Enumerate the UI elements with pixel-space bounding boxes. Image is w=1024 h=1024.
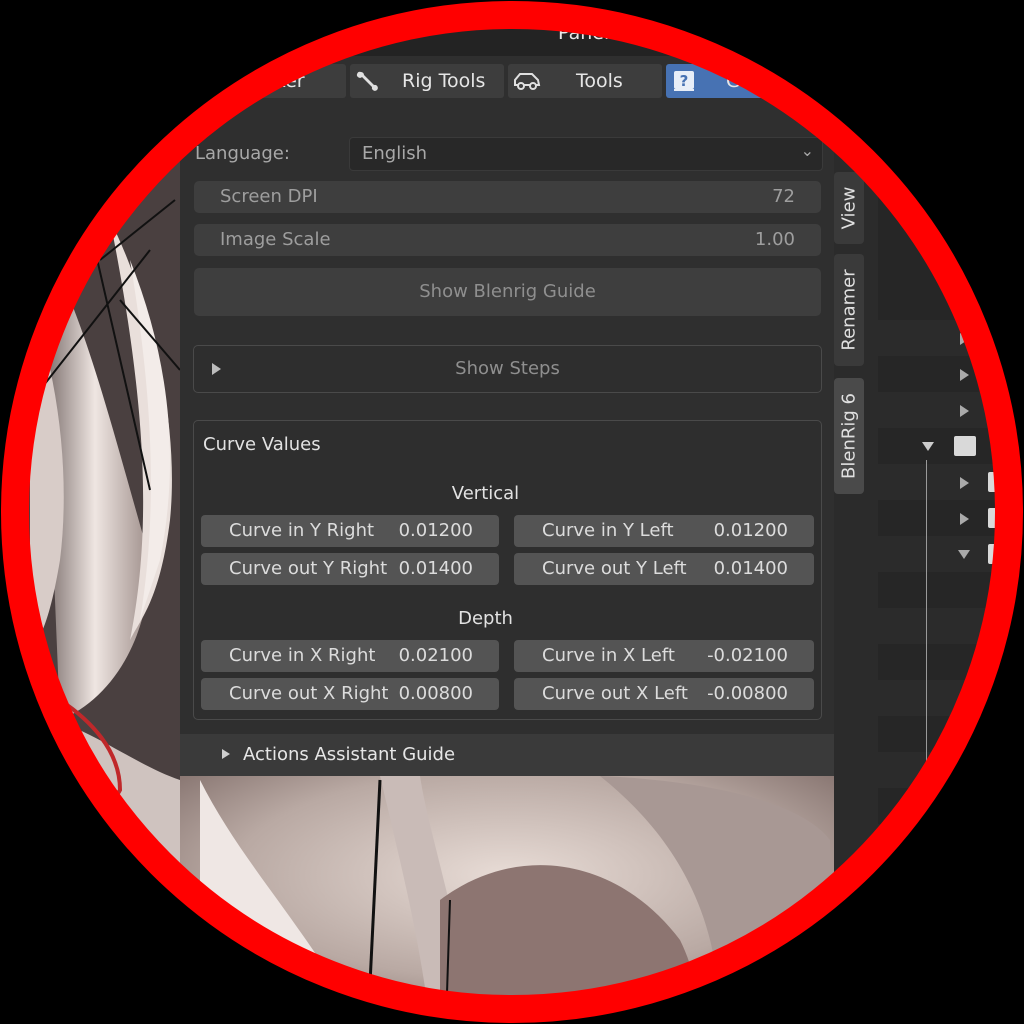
circle-frame (0, 0, 1024, 1024)
red-ring (1, 1, 1023, 1023)
